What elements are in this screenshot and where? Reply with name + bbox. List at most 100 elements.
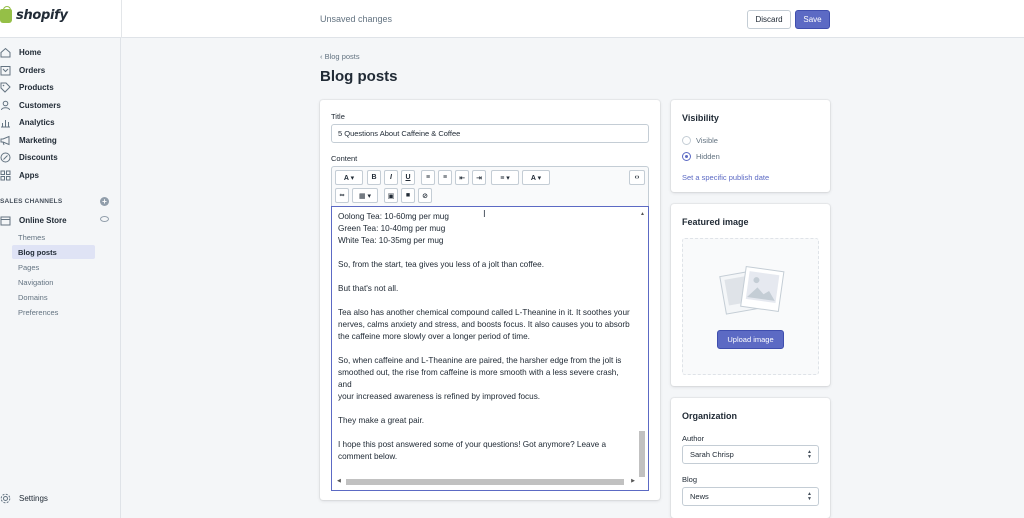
underline-button[interactable]: U [401,170,415,185]
hidden-radio[interactable] [682,152,691,161]
sidebar-subitem-pages[interactable]: Pages [18,263,39,272]
content-editor[interactable]: Oolong Tea: 10-60mg per mug Green Tea: 10… [331,206,649,491]
select-chevron-icon: ▲ ▼ [807,491,812,502]
visibility-title: Visibility [682,113,719,123]
scrollbar-thumb[interactable] [639,431,645,477]
indent-icon[interactable]: ⇥ [472,170,486,185]
author-label: Author [682,434,705,443]
editor-line: White Tea: 10-35mg per mug [338,236,444,245]
sidebar-item-label: Apps [19,170,39,180]
sidebar-item-settings[interactable]: Settings [0,490,121,506]
outdent-icon[interactable]: ⇤ [455,170,469,185]
save-button[interactable]: Save [795,10,830,29]
sidebar: Home Orders Products Customers Analytics… [0,38,121,518]
editor-paragraph: So, when caffeine and L-Theanine are pai… [338,355,634,403]
align-dropdown[interactable]: ≡ ▾ [491,170,519,185]
editor-paragraph: So, from the start, tea gives you less o… [338,259,634,271]
orders-icon [0,65,11,75]
sidebar-item-label: Home [19,47,42,57]
photo-placeholder-icon [719,266,785,315]
organization-title: Organization [682,411,738,421]
discount-icon [0,152,11,162]
sidebar-item-marketing[interactable]: Marketing [0,132,121,148]
sidebar-item-products[interactable]: Products [0,79,121,95]
sidebar-item-orders[interactable]: Orders [0,62,121,78]
editor-line: smoothed out, the rise from caffeine is … [338,368,619,389]
sidebar-item-label: Customers [19,100,61,110]
visible-radio[interactable] [682,136,691,145]
sidebar-subitem-blog-posts[interactable]: Blog posts [18,248,57,257]
visibility-card: Visibility Visible Hidden Set a specific… [671,100,830,192]
editor-vertical-scrollbar[interactable]: ▲ [638,211,646,477]
title-label: Title [331,112,345,121]
sidebar-item-label: Discounts [19,152,58,162]
author-value: Sarah Chrisp [690,450,734,459]
image-dropzone[interactable]: Upload image [682,238,819,375]
topbar-divider [121,0,122,38]
editor-horizontal-scrollbar[interactable]: ◀ ▶ [336,478,636,486]
hidden-radio-option[interactable]: Hidden [682,152,720,161]
sidebar-item-label: Marketing [19,135,57,145]
editor-line: But that's not all. [338,284,399,293]
editor-line: comment below. [338,452,398,461]
editor-line: the caffeine more slowly over a longer p… [338,332,530,341]
editor-paragraph: They make a great pair. [338,415,634,427]
radio-label: Visible [696,136,718,145]
text-color-dropdown[interactable]: A ▾ [522,170,550,185]
sales-channels-heading: SALES CHANNELS [0,198,63,205]
upload-image-button[interactable]: Upload image [717,330,784,349]
sidebar-item-label: Settings [19,493,48,503]
sidebar-subitem-domains[interactable]: Domains [18,293,48,302]
scroll-up-icon[interactable]: ▲ [640,211,645,217]
page-title: Blog posts [320,68,398,85]
bold-button[interactable]: B [367,170,381,185]
blog-label: Blog [682,475,698,484]
sidebar-item-label: Online Store [19,215,67,225]
scrollbar-thumb[interactable] [346,479,624,485]
video-icon[interactable]: ■ [401,188,415,203]
author-select[interactable]: Sarah Chrisp ▲ ▼ [682,445,819,464]
editor-toolbar: A ▾ B I U ≡ ≡ ⇤ ⇥ ≡ ▾ A ▾ ‹› ∞ ▦ ▾ ▣ ■ ⊘ [331,166,649,206]
scroll-left-icon[interactable]: ◀ [337,478,341,484]
sidebar-subitem-navigation[interactable]: Navigation [18,278,53,287]
scroll-right-icon[interactable]: ▶ [631,478,635,484]
add-channel-icon[interactable]: + [100,197,109,206]
bullet-list-icon[interactable]: ≡ [421,170,435,185]
title-input[interactable] [331,124,649,143]
editor-paragraph: But that's not all. [338,283,634,295]
apps-icon [0,170,11,180]
sidebar-item-customers[interactable]: Customers [0,97,121,113]
sidebar-item-label: Orders [19,65,46,75]
html-code-icon[interactable]: ‹› [629,170,645,185]
shopify-logo[interactable]: shopify [0,5,68,23]
image-icon[interactable]: ▣ [384,188,398,203]
table-dropdown[interactable]: ▦ ▾ [352,188,378,203]
chart-icon [1,119,10,127]
sidebar-subitem-themes[interactable]: Themes [18,233,45,242]
content-label: Content [331,154,358,163]
eye-icon[interactable] [100,216,109,222]
editor-paragraph: I hope this post answered some of your q… [338,439,634,463]
sidebar-item-analytics[interactable]: Analytics [0,114,121,130]
tag-icon [0,82,11,93]
italic-button[interactable]: I [384,170,398,185]
link-icon[interactable]: ∞ [335,188,349,203]
visible-radio-option[interactable]: Visible [682,136,718,145]
sidebar-item-label: Analytics [19,117,55,127]
clear-format-icon[interactable]: ⊘ [418,188,432,203]
font-size-dropdown[interactable]: A ▾ [335,170,363,185]
editor-paragraph: Oolong Tea: 10-60mg per mug Green Tea: 10… [338,211,634,247]
select-chevron-icon: ▲ ▼ [807,449,812,460]
sidebar-item-discounts[interactable]: Discounts [0,149,121,165]
store-icon [0,216,11,225]
sidebar-subitem-preferences[interactable]: Preferences [18,308,58,317]
set-publish-date-link[interactable]: Set a specific publish date [682,173,769,182]
organization-card: Organization Author Sarah Chrisp ▲ ▼ Blog… [671,398,830,518]
blog-select[interactable]: News ▲ ▼ [682,487,819,506]
sidebar-item-apps[interactable]: Apps [0,167,121,183]
unsaved-changes-status: Unsaved changes [320,14,393,24]
numbered-list-icon[interactable]: ≡ [438,170,452,185]
breadcrumb[interactable]: ‹ Blog posts [320,52,360,61]
sidebar-item-home[interactable]: Home [0,44,121,60]
discard-button[interactable]: Discard [747,10,791,29]
